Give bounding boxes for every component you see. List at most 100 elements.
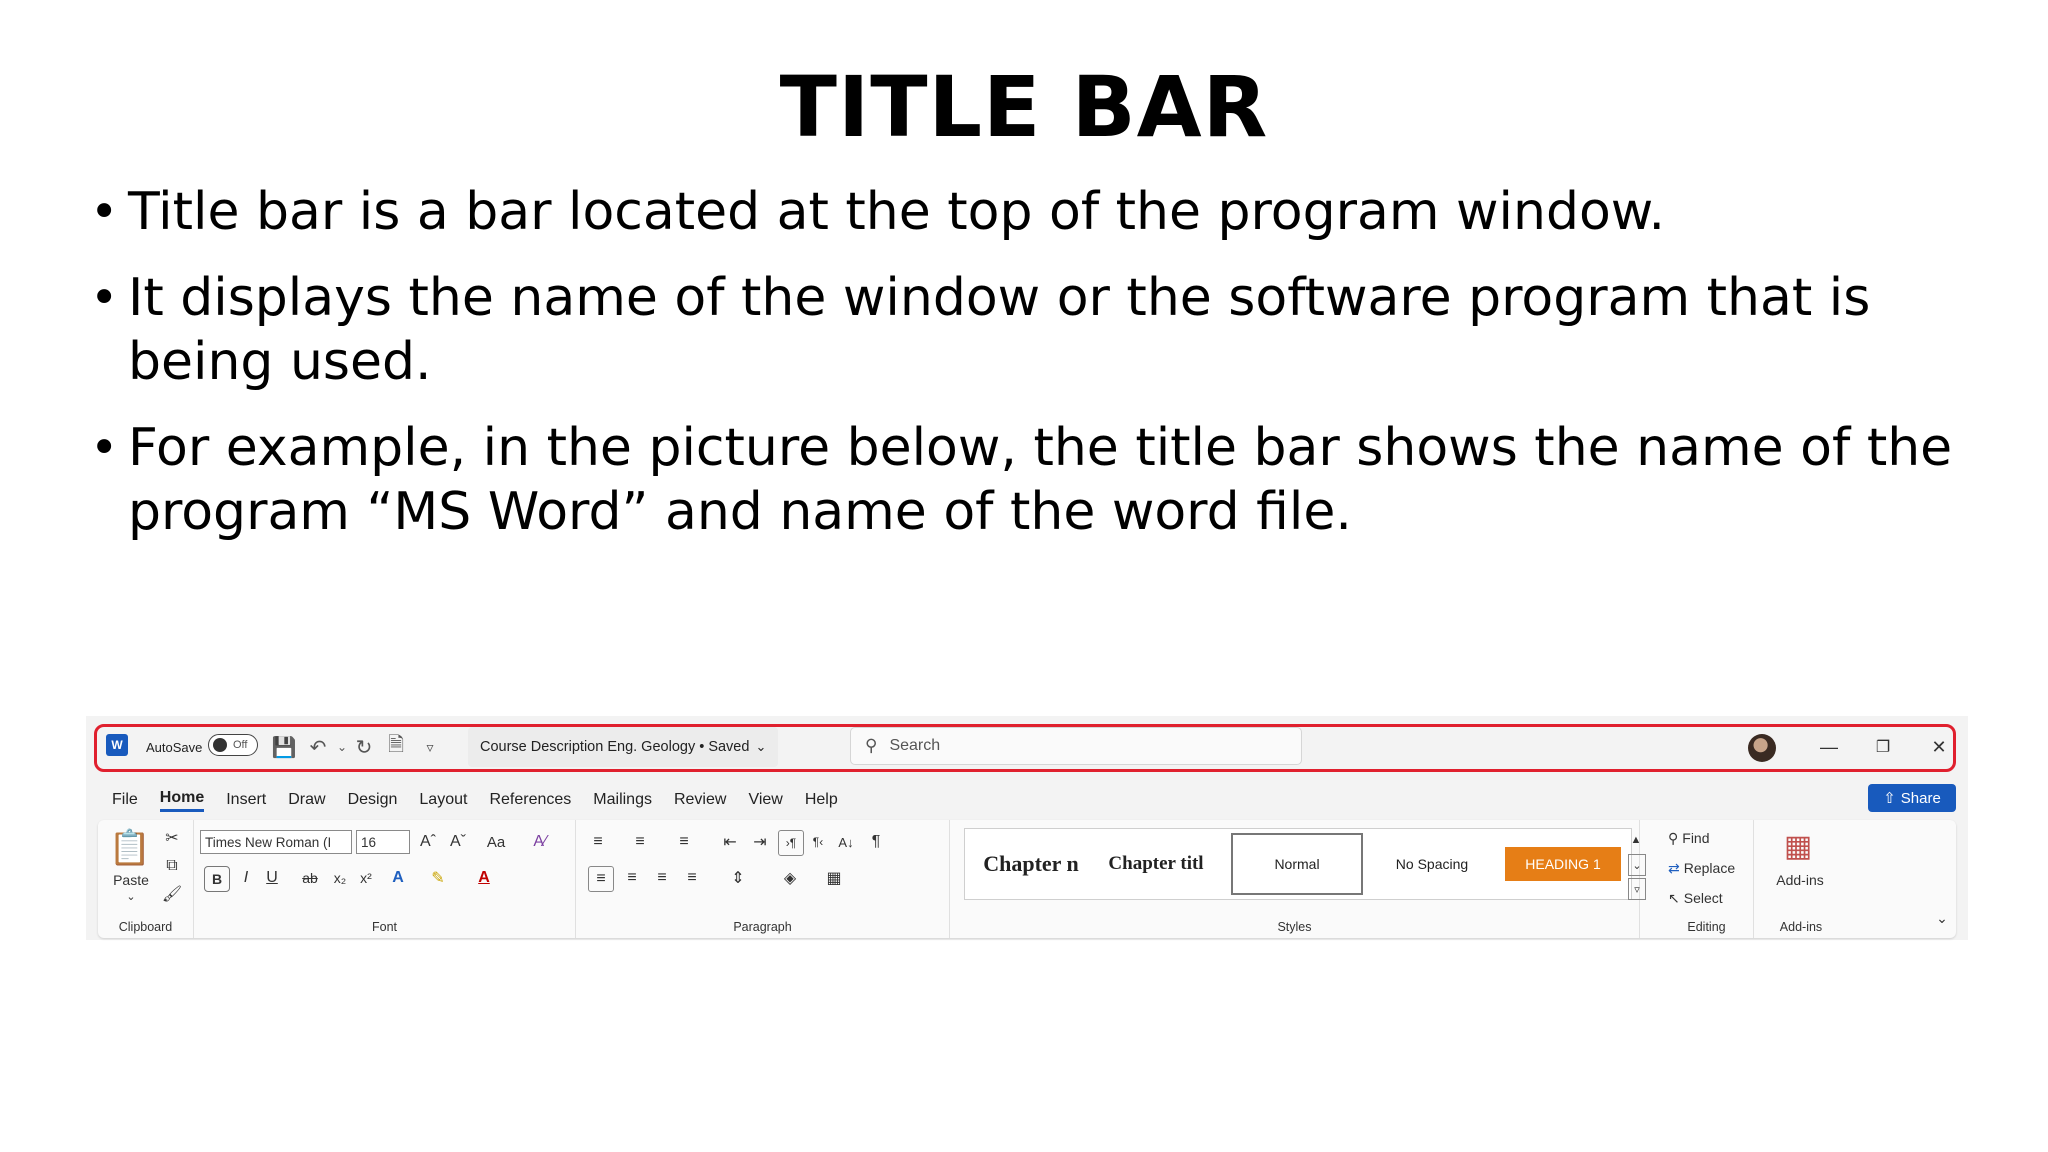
customize-toolbar-icon[interactable]: ▿	[418, 734, 442, 760]
font-size-dropdown[interactable]: 16	[356, 830, 410, 854]
justify-icon[interactable]: ≡	[680, 866, 704, 890]
bullet-item: Title bar is a bar located at the top of…	[90, 180, 1970, 244]
replace-button[interactable]: ⇄ Replace	[1668, 856, 1735, 880]
increase-indent-icon[interactable]: ⇥	[748, 830, 772, 854]
align-left-icon[interactable]: ≡	[588, 866, 614, 892]
styles-more-icon[interactable]: ▿	[1628, 878, 1646, 900]
italic-icon[interactable]: I	[234, 866, 258, 890]
bold-icon[interactable]: B	[204, 866, 230, 892]
ribbon: 📋 Paste ⌄ ✂ ⧉ 🖌 Clipboard Times New Roma…	[98, 820, 1956, 938]
share-button[interactable]: ⇧ Share	[1868, 784, 1956, 812]
addins-button[interactable]: Add-ins	[1760, 870, 1840, 890]
close-icon[interactable]: ✕	[1924, 734, 1954, 760]
paragraph-group-label: Paragraph	[733, 920, 792, 934]
tab-home[interactable]: Home	[159, 789, 205, 812]
undo-icon[interactable]: ↶	[306, 734, 330, 760]
autosave-state: Off	[233, 739, 248, 751]
ltr-icon[interactable]: ›¶	[778, 830, 804, 856]
subscript-icon[interactable]: x₂	[328, 866, 352, 890]
copy-icon[interactable]: ⧉	[160, 854, 184, 878]
borders-icon[interactable]: ▦	[822, 866, 846, 890]
print-layout-icon[interactable]: 🗎	[384, 734, 408, 760]
addins-icon[interactable]: ▦	[1776, 826, 1820, 866]
autosave-label: AutoSave	[146, 739, 203, 755]
style-chapter-title[interactable]: Chapter titl	[1093, 833, 1219, 895]
tab-references[interactable]: References	[489, 791, 571, 809]
superscript-icon[interactable]: x²	[354, 866, 378, 890]
style-heading-1[interactable]: HEADING 1	[1505, 847, 1621, 881]
align-right-icon[interactable]: ≡	[650, 866, 674, 890]
word-title-bar: W AutoSave Off 💾 ↶ ⌄ ↻ 🗎 ▿ Course Descri…	[86, 716, 1968, 778]
chevron-down-icon[interactable]: ⌄	[116, 888, 146, 904]
search-icon: ⚲	[865, 736, 878, 755]
ribbon-tabs: File Home Insert Draw Design Layout Refe…	[112, 786, 860, 814]
underline-icon[interactable]: U	[260, 866, 284, 890]
restore-icon[interactable]: ❐	[1868, 734, 1898, 760]
avatar[interactable]	[1748, 734, 1776, 762]
bullet-item: For example, in the picture below, the t…	[90, 416, 1970, 544]
tab-design[interactable]: Design	[348, 791, 398, 809]
rtl-icon[interactable]: ¶‹	[806, 830, 830, 854]
styles-scroll-up-icon[interactable]: ▲	[1628, 830, 1644, 850]
bullet-item: It displays the name of the window or th…	[90, 266, 1970, 394]
tab-insert[interactable]: Insert	[226, 791, 266, 809]
change-case-label: Aa	[486, 833, 506, 851]
tab-mailings[interactable]: Mailings	[593, 791, 652, 809]
collapse-ribbon-icon[interactable]: ⌄	[1932, 908, 1952, 928]
grow-font-icon[interactable]: Aˆ	[416, 830, 440, 854]
tab-help[interactable]: Help	[805, 791, 838, 809]
strikethrough-icon[interactable]: ab	[298, 866, 322, 890]
tab-review[interactable]: Review	[674, 791, 726, 809]
format-painter-icon[interactable]: 🖌	[160, 882, 184, 906]
sort-icon[interactable]: A↓	[834, 830, 858, 854]
paste-icon[interactable]: 📋	[108, 826, 152, 870]
minimize-icon[interactable]: —	[1814, 734, 1844, 760]
find-icon: ⚲	[1668, 829, 1679, 846]
style-no-spacing[interactable]: No Spacing	[1367, 833, 1497, 895]
change-case-button[interactable]: Aa	[476, 830, 516, 854]
search-input[interactable]: ⚲ Search	[850, 727, 1302, 765]
redo-icon[interactable]: ↻	[352, 734, 376, 760]
autosave-toggle[interactable]: Off	[208, 734, 258, 756]
slide-title: TITLE BAR	[779, 58, 1269, 156]
chevron-down-icon: ⌄	[755, 739, 767, 754]
shading-icon[interactable]: ◈	[778, 866, 802, 890]
tab-file[interactable]: File	[112, 791, 138, 809]
font-color-icon[interactable]: A	[472, 866, 496, 890]
toggle-knob-icon	[213, 738, 227, 752]
styles-group-label: Styles	[1277, 920, 1312, 934]
styles-scroll-down-icon[interactable]: ⌄	[1628, 854, 1646, 876]
styles-gallery: Chapter n Chapter titl Normal No Spacing…	[964, 828, 1632, 900]
cut-icon[interactable]: ✂	[160, 826, 184, 850]
font-name-dropdown[interactable]: Times New Roman (I	[200, 830, 352, 854]
undo-dropdown-icon[interactable]: ⌄	[330, 734, 354, 760]
tab-draw[interactable]: Draw	[288, 791, 325, 809]
shrink-font-icon[interactable]: Aˇ	[446, 830, 470, 854]
multilevel-list-icon[interactable]: ≡	[672, 830, 696, 854]
text-effects-icon[interactable]: A	[386, 866, 410, 890]
clear-formatting-icon[interactable]: A⁄	[528, 830, 552, 854]
tab-view[interactable]: View	[748, 791, 782, 809]
find-label: Find	[1682, 830, 1710, 846]
align-center-icon[interactable]: ≡	[620, 866, 644, 890]
font-group: Times New Roman (I 16 Aˆ Aˇ Aa A⁄ B I U …	[194, 820, 576, 938]
select-button[interactable]: ↖ Select	[1668, 886, 1723, 910]
style-normal[interactable]: Normal	[1231, 833, 1363, 895]
document-title[interactable]: Course Description Eng. Geology • Saved …	[468, 727, 778, 767]
bullets-icon[interactable]: ≡	[586, 830, 610, 854]
tab-layout[interactable]: Layout	[419, 791, 467, 809]
font-size-value: 16	[361, 834, 377, 850]
find-button[interactable]: ⚲ Find	[1668, 826, 1710, 850]
paste-label[interactable]: Paste	[106, 870, 156, 890]
replace-icon: ⇄	[1668, 859, 1680, 876]
save-icon[interactable]: 💾	[272, 734, 297, 760]
addins-group-label: Add-ins	[1779, 920, 1823, 934]
show-marks-icon[interactable]: ¶	[864, 830, 888, 854]
style-chapter-number[interactable]: Chapter n	[971, 833, 1091, 895]
numbering-icon[interactable]: ≡	[628, 830, 652, 854]
line-spacing-icon[interactable]: ⇕	[726, 866, 750, 890]
decrease-indent-icon[interactable]: ⇤	[718, 830, 742, 854]
highlight-icon[interactable]: ✎	[426, 866, 450, 890]
bullet-list: Title bar is a bar located at the top of…	[90, 180, 1970, 566]
replace-label: Replace	[1683, 860, 1736, 876]
